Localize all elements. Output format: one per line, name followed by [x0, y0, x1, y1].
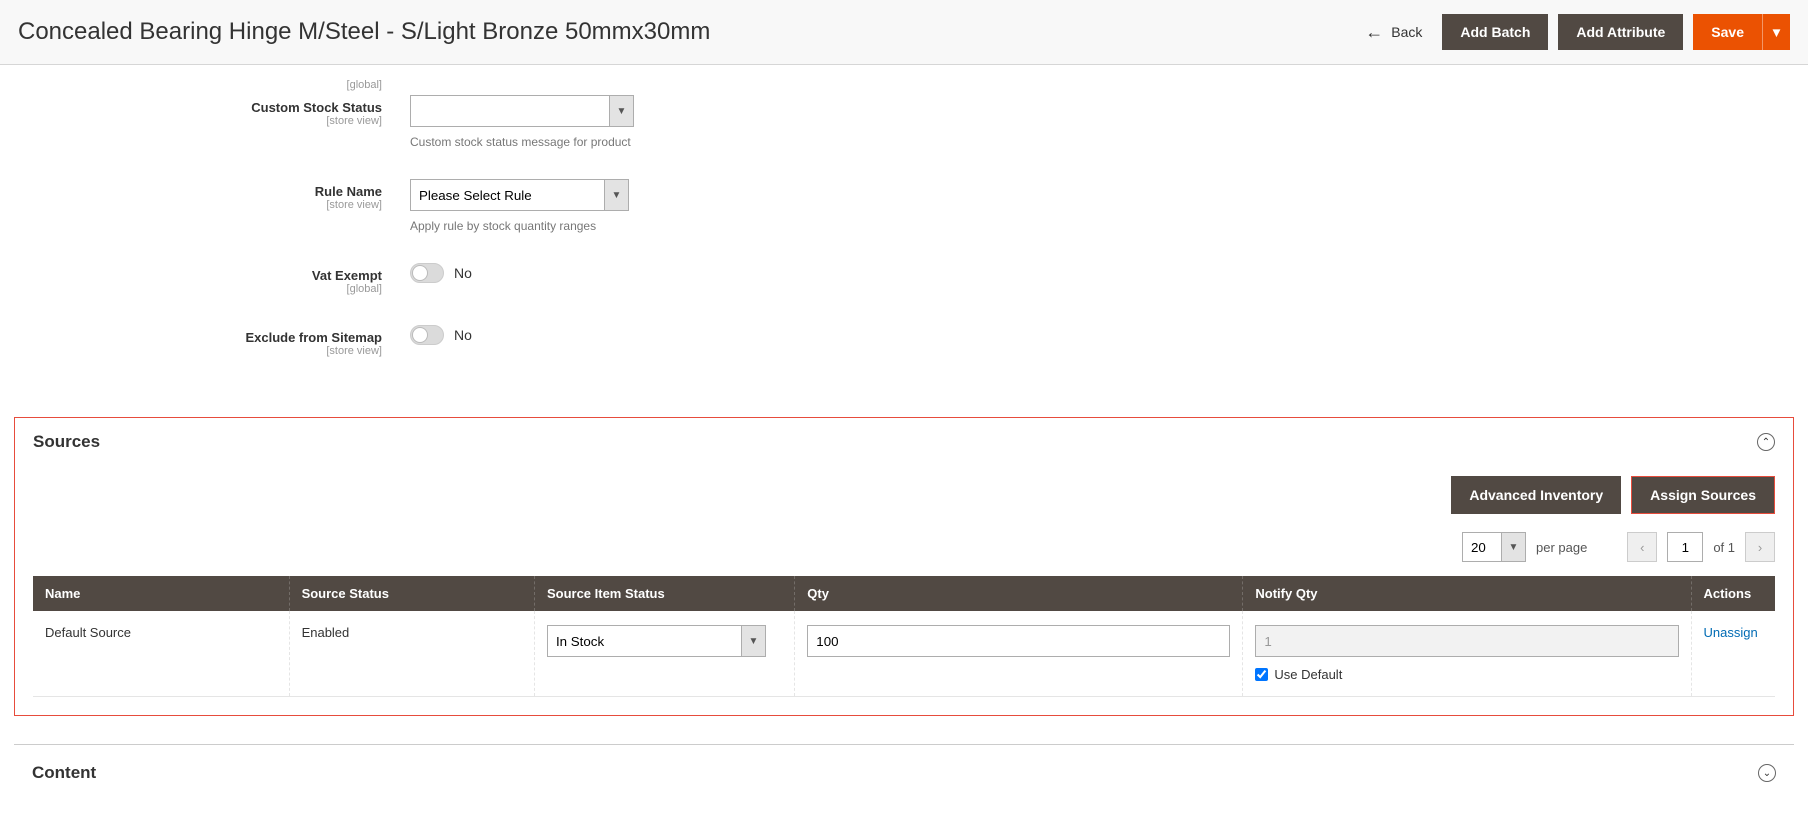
- exclude-sitemap-toggle[interactable]: [410, 325, 444, 345]
- pager-prev-button[interactable]: ‹: [1627, 532, 1657, 562]
- chevron-down-icon[interactable]: ▼: [610, 95, 634, 127]
- custom-stock-status-select[interactable]: [410, 95, 610, 127]
- col-header-actions: Actions: [1691, 576, 1775, 611]
- sources-title: Sources: [33, 432, 100, 452]
- page-title: Concealed Bearing Hinge M/Steel - S/Ligh…: [18, 18, 710, 46]
- save-button-group: Save ▼: [1693, 14, 1790, 50]
- exclude-sitemap-scope: [store view]: [30, 345, 382, 357]
- assign-sources-button[interactable]: Assign Sources: [1631, 476, 1775, 514]
- rule-name-label: Rule Name: [315, 184, 382, 199]
- chevron-down-icon[interactable]: ▼: [742, 625, 766, 657]
- triangle-down-icon: ▼: [1770, 25, 1783, 40]
- col-header-source-item-status: Source Item Status: [534, 576, 794, 611]
- field-scope-global-top: [global]: [30, 79, 382, 91]
- rule-name-select[interactable]: [410, 179, 605, 211]
- qty-input[interactable]: [807, 625, 1230, 657]
- table-row: Default Source Enabled ▼ Use Default: [33, 611, 1775, 697]
- header-actions: ← Back Add Batch Add Attribute Save ▼: [1365, 14, 1790, 50]
- col-header-notify-qty: Notify Qty: [1243, 576, 1691, 611]
- add-attribute-button[interactable]: Add Attribute: [1558, 14, 1683, 50]
- source-item-status-select[interactable]: [547, 625, 742, 657]
- exclude-sitemap-label: Exclude from Sitemap: [245, 330, 382, 345]
- rule-name-helper: Apply rule by stock quantity ranges: [410, 219, 1778, 233]
- collapse-down-icon[interactable]: ⌄: [1758, 764, 1776, 782]
- collapse-up-icon[interactable]: ⌃: [1757, 433, 1775, 451]
- notify-qty-input: [1255, 625, 1678, 657]
- cell-name: Default Source: [33, 611, 289, 697]
- pager-current-input[interactable]: [1667, 532, 1703, 562]
- col-header-name: Name: [33, 576, 289, 611]
- per-page-select[interactable]: [1462, 532, 1502, 562]
- use-default-label: Use Default: [1274, 667, 1342, 682]
- custom-stock-status-label: Custom Stock Status: [251, 100, 382, 115]
- rule-name-scope: [store view]: [30, 199, 382, 211]
- custom-stock-status-scope: [store view]: [30, 115, 382, 127]
- sources-table: Name Source Status Source Item Status Qt…: [33, 576, 1775, 697]
- toggle-knob: [412, 265, 428, 281]
- col-header-source-status: Source Status: [289, 576, 534, 611]
- save-dropdown-button[interactable]: ▼: [1762, 14, 1790, 50]
- content-title: Content: [32, 763, 96, 783]
- use-default-checkbox[interactable]: [1255, 668, 1268, 681]
- unassign-link[interactable]: Unassign: [1704, 625, 1758, 640]
- chevron-right-icon: ›: [1758, 540, 1762, 555]
- pager-total-label: of 1: [1713, 540, 1735, 555]
- back-button[interactable]: ← Back: [1365, 22, 1422, 43]
- per-page-label: per page: [1536, 540, 1587, 555]
- save-button[interactable]: Save: [1693, 14, 1762, 50]
- chevron-down-icon[interactable]: ▼: [605, 179, 629, 211]
- chevron-down-icon[interactable]: ▼: [1502, 532, 1526, 562]
- exclude-sitemap-value: No: [454, 327, 472, 343]
- add-batch-button[interactable]: Add Batch: [1442, 14, 1548, 50]
- custom-stock-status-helper: Custom stock status message for product: [410, 135, 1778, 149]
- pager-next-button[interactable]: ›: [1745, 532, 1775, 562]
- vat-exempt-label: Vat Exempt: [312, 268, 382, 283]
- advanced-inventory-button[interactable]: Advanced Inventory: [1451, 476, 1621, 514]
- vat-exempt-value: No: [454, 265, 472, 281]
- col-header-qty: Qty: [795, 576, 1243, 611]
- vat-exempt-toggle[interactable]: [410, 263, 444, 283]
- arrow-left-icon: ←: [1365, 22, 1383, 43]
- back-label: Back: [1391, 24, 1422, 40]
- sources-panel: Sources ⌃ Advanced Inventory Assign Sour…: [14, 417, 1794, 716]
- toggle-knob: [412, 327, 428, 343]
- vat-exempt-scope: [global]: [30, 283, 382, 295]
- chevron-left-icon: ‹: [1640, 540, 1644, 555]
- cell-status: Enabled: [289, 611, 534, 697]
- content-section-header[interactable]: Content ⌄: [14, 745, 1794, 807]
